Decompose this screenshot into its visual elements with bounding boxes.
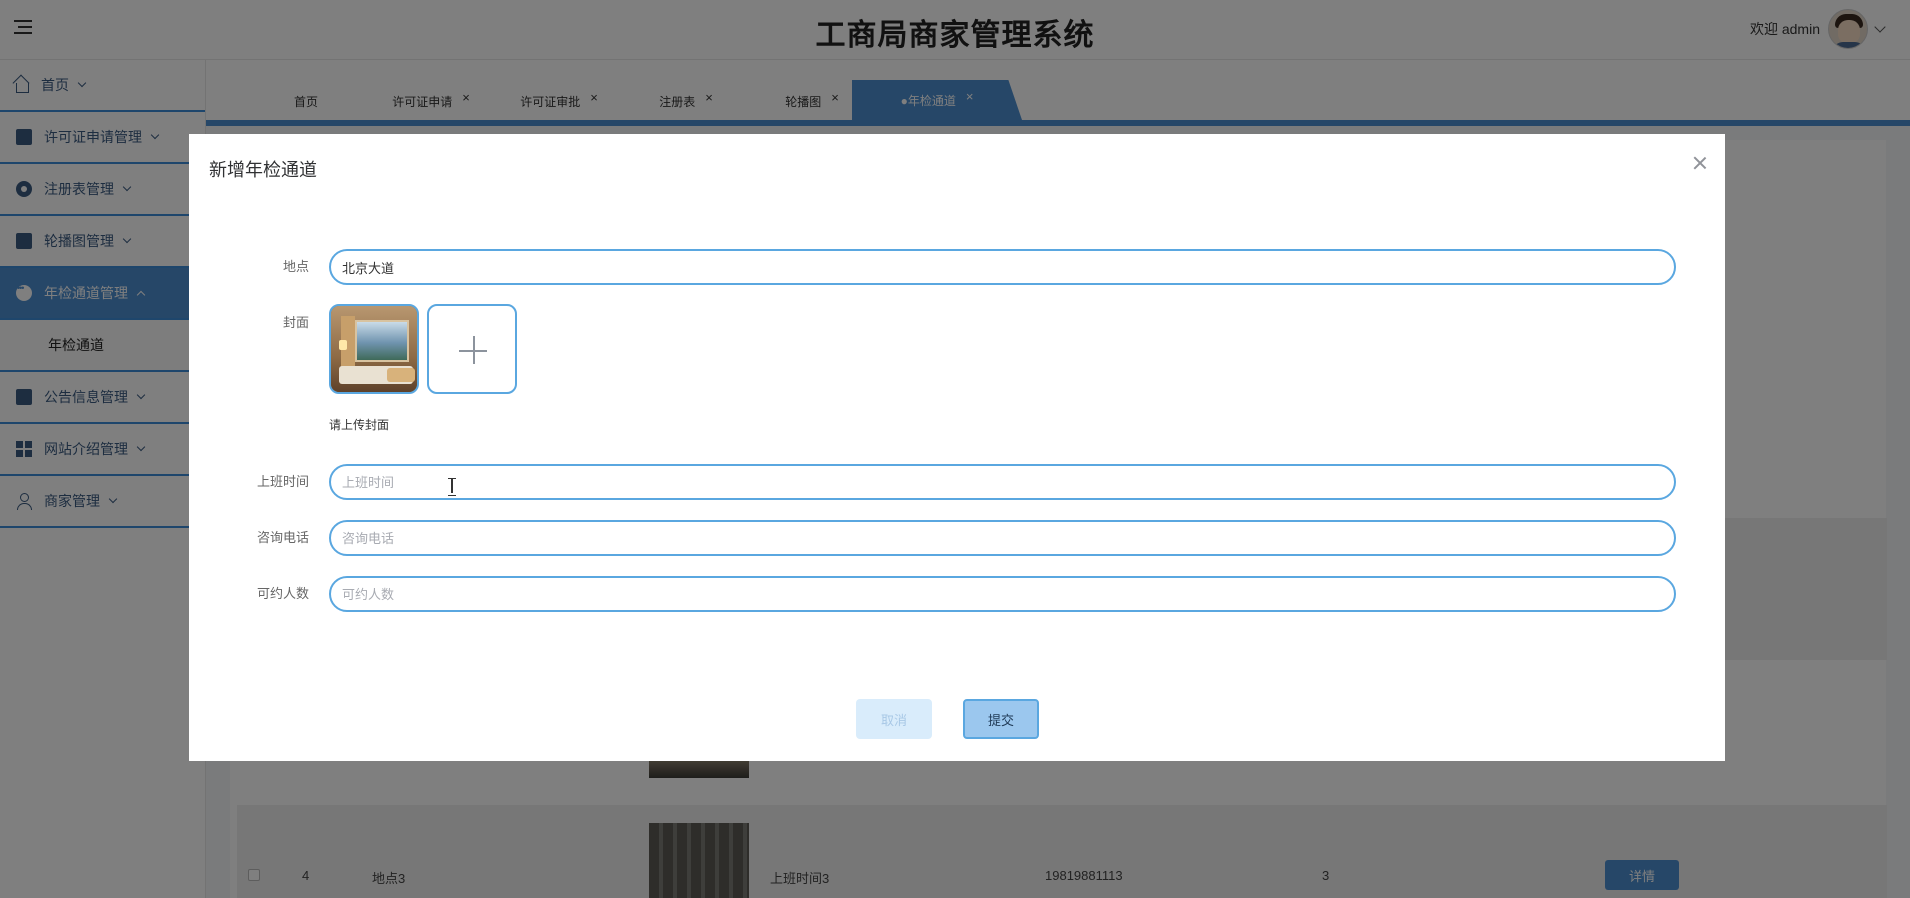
submit-button[interactable]: 提交 [963, 699, 1039, 739]
capacity-input[interactable] [329, 576, 1676, 612]
phone-label: 咨询电话 [256, 530, 309, 545]
work-time-label: 上班时间 [256, 474, 309, 489]
location-input[interactable] [329, 249, 1676, 285]
phone-input[interactable] [329, 520, 1676, 556]
cover-label: 封面 [282, 315, 309, 330]
upload-plus-button[interactable] [427, 304, 517, 394]
work-time-input[interactable] [329, 464, 1676, 500]
close-icon[interactable] [1691, 154, 1709, 172]
text-cursor-icon [448, 478, 456, 496]
add-inspection-channel-dialog: 新增年检通道 地点 封面 请上传封面 上班时间 咨询电话 可约人数 取消 提交 [189, 134, 1725, 761]
location-label: 地点 [282, 259, 309, 274]
dialog-title: 新增年检通道 [209, 160, 317, 180]
upload-tip: 请上传封面 [329, 418, 390, 432]
cover-image-preview[interactable] [329, 304, 419, 394]
capacity-label: 可约人数 [256, 586, 309, 601]
cancel-button[interactable]: 取消 [856, 699, 932, 739]
